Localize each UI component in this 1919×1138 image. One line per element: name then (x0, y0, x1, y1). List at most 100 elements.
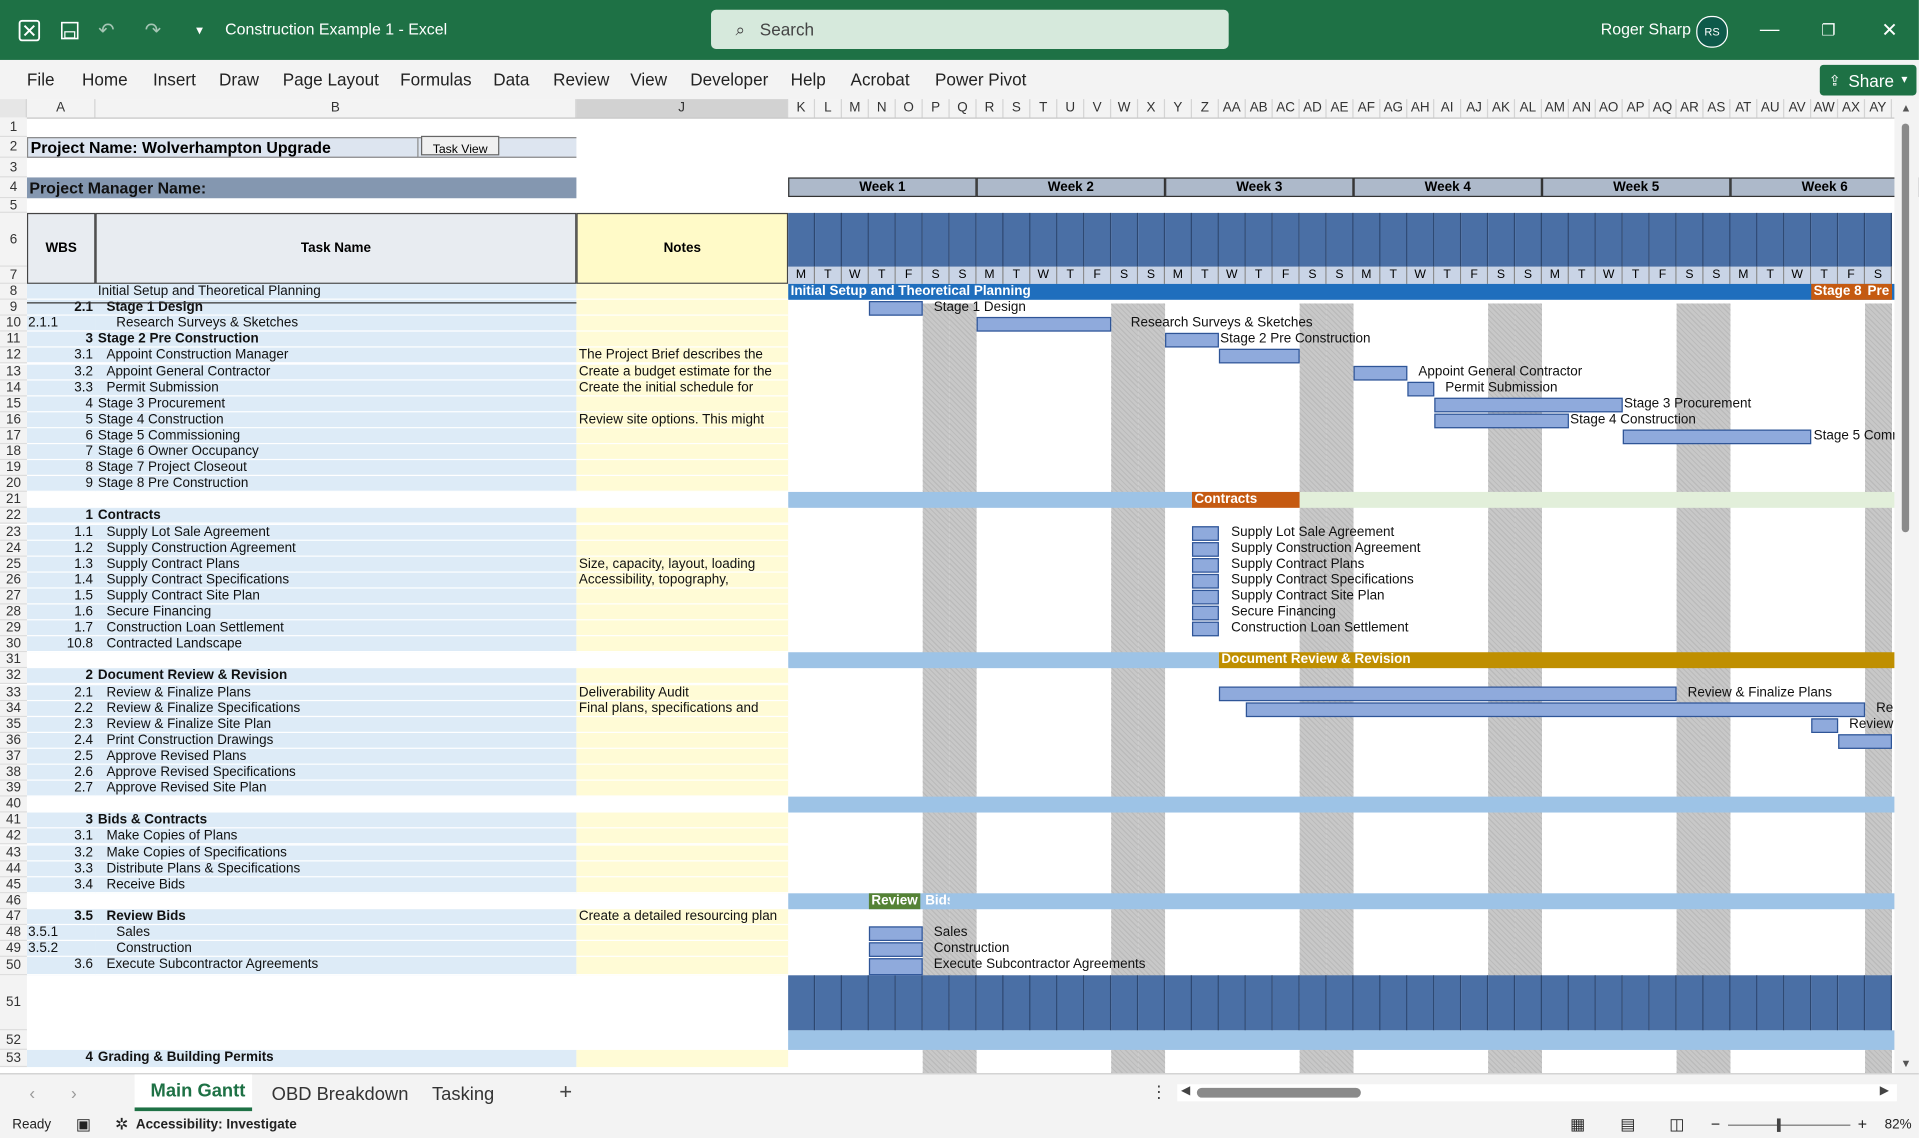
column-header-date[interactable]: AB (1246, 99, 1273, 118)
minimize-icon[interactable]: — (1752, 0, 1786, 60)
wbs-cell[interactable] (26, 893, 96, 910)
menu-developer[interactable]: Developer (690, 70, 768, 90)
task-name-cell[interactable]: Supply Construction Agreement (95, 540, 577, 557)
task-name-cell[interactable]: Grading & Building Permits (95, 1049, 577, 1068)
column-header-date[interactable]: AN (1569, 99, 1596, 118)
notes-cell[interactable] (576, 508, 789, 525)
column-header-date[interactable]: Q (950, 99, 977, 118)
column-header-b[interactable]: B (95, 99, 577, 118)
row-header[interactable]: 20 (0, 476, 27, 493)
restore-icon[interactable]: ❐ (1811, 0, 1845, 60)
wbs-cell[interactable]: 3.2 (26, 364, 96, 381)
wbs-cell[interactable]: 3.3 (26, 380, 96, 397)
row-header[interactable]: 34 (0, 700, 27, 717)
notes-cell[interactable] (576, 716, 789, 733)
task-name-cell[interactable] (95, 796, 577, 813)
notes-cell[interactable] (576, 1049, 789, 1068)
notes-cell[interactable] (576, 860, 789, 878)
notes-cell[interactable] (576, 748, 789, 765)
column-header-date[interactable]: V (1084, 99, 1112, 118)
row-header[interactable]: 9 (0, 299, 27, 316)
notes-cell[interactable] (576, 877, 789, 894)
task-name-cell[interactable]: Execute Subcontractor Agreements (95, 957, 577, 976)
task-name-cell[interactable]: Approve Revised Specifications (95, 764, 577, 781)
wbs-cell[interactable]: 3.5.1 (26, 925, 96, 942)
wbs-cell[interactable]: 3.1 (26, 828, 96, 845)
redo-icon[interactable]: ↷ (140, 0, 167, 60)
gantt-bar[interactable] (1191, 573, 1219, 589)
task-name-cell[interactable]: Print Construction Drawings (95, 732, 577, 749)
wbs-cell[interactable]: 1 (26, 508, 96, 525)
tab-obd-breakdown[interactable]: OBD Breakdown (272, 1084, 409, 1105)
menu-data[interactable]: Data (493, 70, 529, 90)
wbs-cell[interactable] (26, 796, 96, 813)
gantt-bar[interactable] (1191, 541, 1219, 557)
task-name-cell[interactable]: Make Copies of Plans (95, 828, 577, 845)
row-header[interactable]: 22 (0, 508, 27, 525)
notes-cell[interactable] (576, 812, 789, 829)
notes-cell[interactable] (576, 764, 789, 781)
task-name-cell[interactable]: Approve Revised Plans (95, 748, 577, 765)
gantt-bar[interactable] (868, 942, 923, 958)
gantt-bar[interactable] (1245, 701, 1866, 717)
task-name-cell[interactable]: Stage 7 Project Closeout (95, 460, 577, 477)
task-name-cell[interactable] (95, 492, 577, 509)
column-header-date[interactable]: AJ (1461, 99, 1489, 118)
task-name-cell[interactable]: Supply Contract Specifications (95, 572, 577, 589)
task-name-cell[interactable]: Review & Finalize Site Plan (95, 716, 577, 733)
wbs-cell[interactable]: 3 (26, 812, 96, 829)
gantt-bar[interactable] (1165, 333, 1219, 349)
row-header[interactable]: 51 (0, 975, 27, 1031)
wbs-cell[interactable]: 2.1 (26, 684, 96, 701)
scroll-left-icon[interactable]: ◀ (1181, 1084, 1190, 1097)
column-header-date[interactable]: R (977, 99, 1004, 118)
tab-main-gantt[interactable]: Main Gantt (134, 1074, 253, 1112)
menu-power-pivot[interactable]: Power Pivot (935, 70, 1026, 90)
row-header[interactable]: 39 (0, 780, 27, 797)
tab-tasking[interactable]: Tasking (432, 1084, 494, 1105)
row-header[interactable]: 32 (0, 668, 27, 685)
menu-home[interactable]: Home (82, 70, 128, 90)
row-header[interactable]: 40 (0, 796, 27, 813)
notes-cell[interactable] (576, 957, 789, 976)
notes-cell[interactable]: Accessibility, topography, (576, 572, 789, 589)
notes-cell[interactable] (576, 893, 789, 910)
row-header[interactable]: 8 (0, 283, 27, 300)
share-button[interactable]: ⇪ Share ▾ (1819, 64, 1917, 96)
gantt-bar[interactable] (1218, 685, 1677, 701)
gantt-bar[interactable] (1622, 429, 1812, 445)
gantt-bar[interactable] (1434, 397, 1623, 413)
more-options-icon[interactable]: ⋮ (1150, 1082, 1167, 1103)
task-name-cell[interactable] (95, 893, 577, 910)
wbs-cell[interactable]: 9 (26, 476, 96, 493)
row-header[interactable]: 16 (0, 412, 27, 429)
task-name-cell[interactable]: Initial Setup and Theoretical Planning (95, 283, 577, 300)
horizontal-scroll-thumb[interactable] (1196, 1087, 1361, 1098)
column-header-date[interactable]: AF (1354, 99, 1381, 118)
zoom-slider-thumb[interactable] (1776, 1118, 1781, 1132)
scroll-right-icon[interactable]: ▶ (1880, 1084, 1889, 1097)
wbs-cell[interactable]: 2.2 (26, 700, 96, 717)
row-header[interactable]: 38 (0, 764, 27, 781)
menu-insert[interactable]: Insert (153, 70, 196, 90)
notes-cell[interactable] (576, 444, 789, 461)
menu-formulas[interactable]: Formulas (400, 70, 471, 90)
notes-cell[interactable] (576, 844, 789, 861)
row-header[interactable]: 53 (0, 1049, 27, 1068)
notes-cell[interactable] (576, 925, 789, 942)
wbs-cell[interactable]: 6 (26, 428, 96, 445)
row-header[interactable]: 49 (0, 941, 27, 958)
gantt-bar[interactable] (868, 926, 923, 942)
column-header-date[interactable]: X (1138, 99, 1166, 118)
row-header[interactable]: 14 (0, 380, 27, 397)
wbs-cell[interactable]: 2.3 (26, 716, 96, 733)
wbs-cell[interactable]: 3.1 (26, 348, 96, 365)
notes-cell[interactable] (576, 492, 789, 509)
wbs-cell[interactable]: 1.5 (26, 588, 96, 605)
zoom-out-icon[interactable]: − (1711, 1115, 1720, 1133)
wbs-cell[interactable]: 3 (26, 331, 96, 349)
row-header[interactable]: 25 (0, 556, 27, 573)
task-name-cell[interactable] (95, 652, 577, 669)
column-header-date[interactable]: W (1111, 99, 1139, 118)
row-header[interactable]: 18 (0, 444, 27, 461)
